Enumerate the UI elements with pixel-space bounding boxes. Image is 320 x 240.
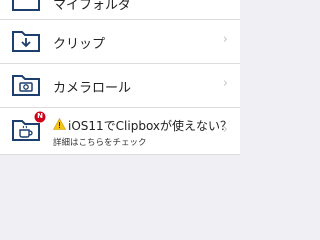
menu-item-label: マイフォルダ [53, 0, 132, 13]
menu-list: マイフォルダ クリップ › カメラロール › N iOS11でClipboxが使… [0, 0, 240, 155]
badge-label: N [37, 112, 43, 120]
menu-item-label: カメラロール [53, 81, 132, 96]
folder-icon [12, 0, 40, 11]
chevron-right-icon: › [222, 32, 228, 47]
menu-item-label: クリップ [53, 37, 106, 52]
notice-title: iOS11でClipboxが使えない？ [68, 119, 233, 133]
warning-icon [53, 118, 66, 130]
folder-download-icon [12, 31, 40, 52]
chevron-right-icon: › [222, 122, 228, 137]
notice-subtitle: 詳細はこちらをチェック [53, 138, 147, 148]
chevron-right-icon: › [222, 76, 228, 91]
menu-item-my-folder[interactable]: マイフォルダ [0, 0, 240, 20]
ios11-notice-item[interactable]: N iOS11でClipboxが使えない？ 詳細はこちらをチェック › [0, 108, 240, 155]
menu-item-camera-roll[interactable]: カメラロール › [0, 64, 240, 108]
folder-camera-icon [12, 75, 40, 96]
menu-item-clip[interactable]: クリップ › [0, 20, 240, 64]
